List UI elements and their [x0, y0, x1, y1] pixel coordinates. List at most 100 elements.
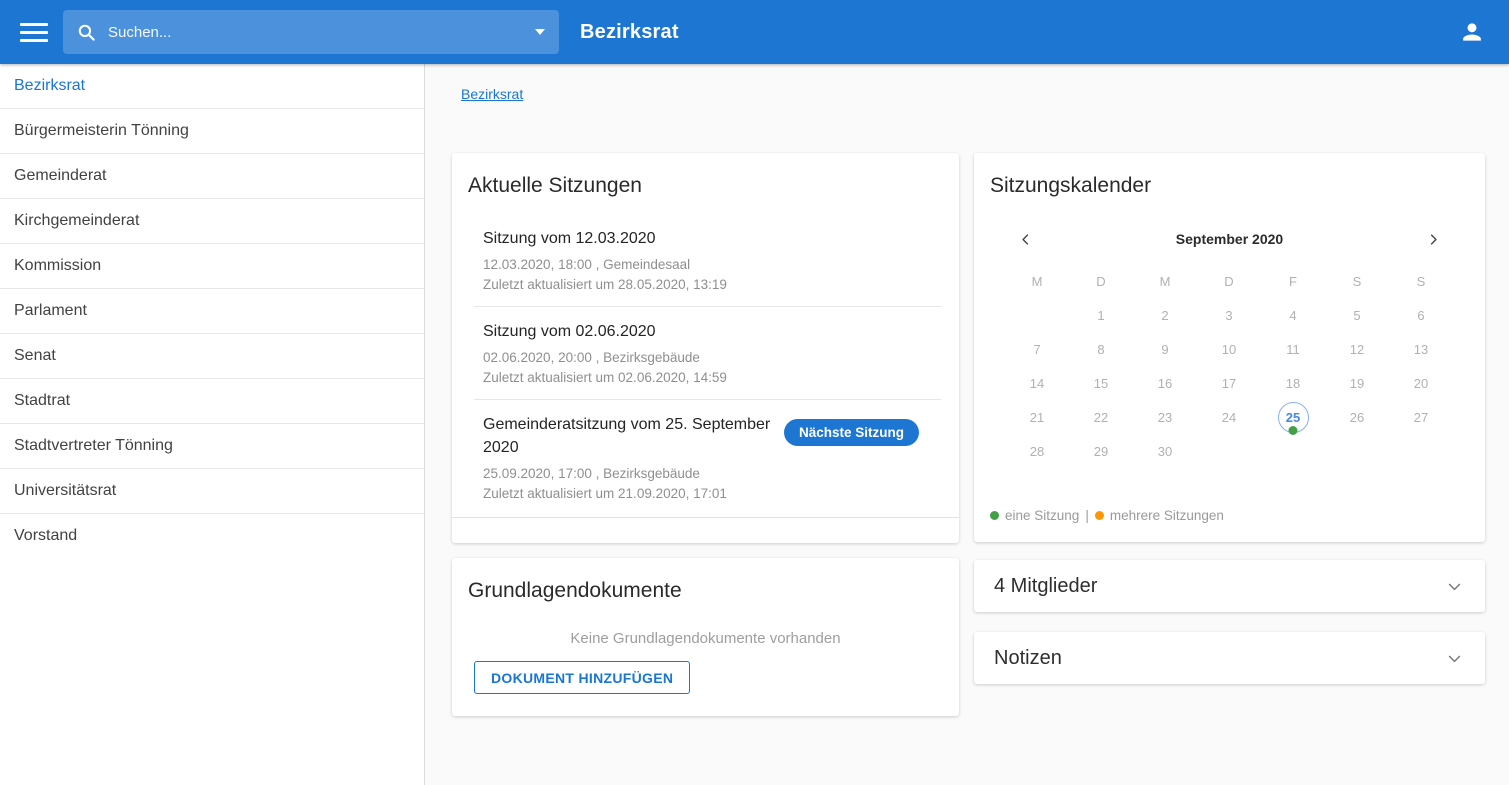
calendar-day[interactable]: 2	[1133, 298, 1197, 332]
calendar-card: Sitzungskalender September 2020 MDMDFSS1…	[974, 153, 1485, 542]
calendar-day-number: 25	[1286, 410, 1300, 425]
search-dropdown-caret-icon[interactable]	[535, 29, 545, 35]
calendar-day[interactable]: 7	[1005, 332, 1069, 366]
meeting-info: Gemeinderatsitzung vom 25. September 202…	[483, 413, 784, 504]
calendar-empty-cell	[1005, 298, 1069, 332]
meeting-item[interactable]: Sitzung vom 12.03.2020 12.03.2020, 18:00 …	[474, 214, 941, 307]
meetings-card: Aktuelle Sitzungen Sitzung vom 12.03.202…	[452, 153, 959, 543]
sidebar-list: BezirksratBürgermeisterin TönningGemeind…	[0, 64, 424, 558]
sidebar-item-senat[interactable]: Senat	[0, 334, 424, 379]
meeting-info: Sitzung vom 02.06.2020 02.06.2020, 20:00 …	[483, 320, 727, 388]
calendar-day[interactable]: 20	[1389, 366, 1453, 400]
sidebar-item-stadtrat[interactable]: Stadtrat	[0, 379, 424, 424]
calendar-day[interactable]: 11	[1261, 332, 1325, 366]
multiple-meetings-dot-icon	[1095, 511, 1104, 520]
documents-card-title: Grundlagendokumente	[452, 558, 959, 613]
calendar-card-title: Sitzungskalender	[974, 153, 1485, 208]
weekday-label: F	[1261, 264, 1325, 298]
calendar-day[interactable]: 5	[1325, 298, 1389, 332]
sidebar-item-bezirksrat[interactable]: Bezirksrat	[0, 64, 424, 109]
calendar-day[interactable]: 27	[1389, 400, 1453, 434]
sidebar-item-gemeinderat[interactable]: Gemeinderat	[0, 154, 424, 199]
calendar-empty-cell	[1325, 434, 1389, 468]
calendar-day[interactable]: 6	[1389, 298, 1453, 332]
calendar-month-label: September 2020	[1032, 231, 1427, 247]
sidebar: BezirksratBürgermeisterin TönningGemeind…	[0, 64, 425, 785]
calendar-day[interactable]: 23	[1133, 400, 1197, 434]
calendar-day-selected: 25	[1278, 402, 1309, 433]
meeting-indicator-dot-icon	[1289, 426, 1298, 435]
next-meeting-badge: Nächste Sitzung	[784, 419, 919, 446]
sidebar-item-parlament[interactable]: Parlament	[0, 289, 424, 334]
menu-icon[interactable]	[20, 23, 48, 42]
meetings-card-title: Aktuelle Sitzungen	[452, 153, 959, 208]
content: Bezirksrat Aktuelle Sitzungen Sitzung vo…	[425, 64, 1509, 785]
sidebar-item-kommission[interactable]: Kommission	[0, 244, 424, 289]
sidebar-item-stadtvertreter-toenning[interactable]: Stadtvertreter Tönning	[0, 424, 424, 469]
calendar-day[interactable]: 22	[1069, 400, 1133, 434]
add-document-button[interactable]: DOKUMENT HINZUFÜGEN	[474, 661, 690, 694]
meeting-title: Gemeinderatsitzung vom 25. September 202…	[483, 413, 784, 459]
legend-separator: |	[1085, 508, 1089, 523]
calendar-next-button[interactable]	[1427, 233, 1440, 246]
meeting-item[interactable]: Sitzung vom 02.06.2020 02.06.2020, 20:00 …	[474, 307, 941, 400]
search-box[interactable]	[63, 10, 559, 54]
meetings-card-footer	[452, 517, 959, 543]
meeting-title: Sitzung vom 02.06.2020	[483, 320, 727, 343]
notes-panel[interactable]: Notizen	[974, 632, 1485, 684]
calendar-day[interactable]: 17	[1197, 366, 1261, 400]
calendar-empty-cell	[1197, 434, 1261, 468]
calendar-day[interactable]: 14	[1005, 366, 1069, 400]
calendar-day[interactable]: 29	[1069, 434, 1133, 468]
notes-panel-title: Notizen	[994, 647, 1062, 670]
meeting-datetime-location: 12.03.2020, 18:00 , Gemeindesaal	[483, 255, 727, 275]
calendar-day[interactable]: 25	[1261, 400, 1325, 434]
calendar-day[interactable]: 21	[1005, 400, 1069, 434]
calendar-day[interactable]: 28	[1005, 434, 1069, 468]
chevron-down-icon	[1446, 578, 1463, 595]
calendar-day[interactable]: 4	[1261, 298, 1325, 332]
calendar-day[interactable]: 13	[1389, 332, 1453, 366]
weekday-label: M	[1005, 264, 1069, 298]
account-icon[interactable]	[1459, 19, 1485, 45]
calendar-day[interactable]: 16	[1133, 366, 1197, 400]
calendar-prev-button[interactable]	[1019, 233, 1032, 246]
meeting-item[interactable]: Gemeinderatsitzung vom 25. September 202…	[474, 400, 941, 515]
calendar-day[interactable]: 26	[1325, 400, 1389, 434]
sidebar-item-kirchgemeinderat[interactable]: Kirchgemeinderat	[0, 199, 424, 244]
meeting-title: Sitzung vom 12.03.2020	[483, 227, 727, 250]
single-meeting-dot-icon	[990, 511, 999, 520]
calendar-day[interactable]: 1	[1069, 298, 1133, 332]
calendar-empty-cell	[1261, 434, 1325, 468]
legend-single-label: eine Sitzung	[1005, 508, 1079, 523]
calendar-day[interactable]: 8	[1069, 332, 1133, 366]
weekday-label: M	[1133, 264, 1197, 298]
calendar-day[interactable]: 10	[1197, 332, 1261, 366]
meeting-datetime-location: 02.06.2020, 20:00 , Bezirksgebäude	[483, 348, 727, 368]
calendar-day[interactable]: 19	[1325, 366, 1389, 400]
weekday-label: D	[1197, 264, 1261, 298]
sidebar-item-universitaetsrat[interactable]: Universitätsrat	[0, 469, 424, 514]
calendar-day[interactable]: 9	[1133, 332, 1197, 366]
calendar-day[interactable]: 24	[1197, 400, 1261, 434]
documents-card: Grundlagendokumente Keine Grundlagendoku…	[452, 558, 959, 716]
page-title: Bezirksrat	[580, 21, 679, 44]
search-input[interactable]	[106, 23, 535, 42]
breadcrumb[interactable]: Bezirksrat	[461, 86, 523, 102]
weekday-label: S	[1389, 264, 1453, 298]
legend-multiple-label: mehrere Sitzungen	[1110, 508, 1224, 523]
sidebar-item-vorstand[interactable]: Vorstand	[0, 514, 424, 558]
calendar-day[interactable]: 3	[1197, 298, 1261, 332]
sidebar-item-buergermeisterin-toenning[interactable]: Bürgermeisterin Tönning	[0, 109, 424, 154]
calendar-day[interactable]: 15	[1069, 366, 1133, 400]
calendar-legend: eine Sitzung | mehrere Sitzungen	[990, 508, 1224, 523]
calendar-nav: September 2020	[974, 227, 1485, 251]
calendar-day[interactable]: 12	[1325, 332, 1389, 366]
meeting-datetime-location: 25.09.2020, 17:00 , Bezirksgebäude	[483, 464, 784, 484]
meetings-list: Sitzung vom 12.03.2020 12.03.2020, 18:00 …	[474, 214, 941, 515]
meeting-last-updated: Zuletzt aktualisiert um 21.09.2020, 17:0…	[483, 484, 784, 504]
weekday-label: S	[1325, 264, 1389, 298]
calendar-day[interactable]: 30	[1133, 434, 1197, 468]
calendar-day[interactable]: 18	[1261, 366, 1325, 400]
members-panel[interactable]: 4 Mitglieder	[974, 560, 1485, 612]
